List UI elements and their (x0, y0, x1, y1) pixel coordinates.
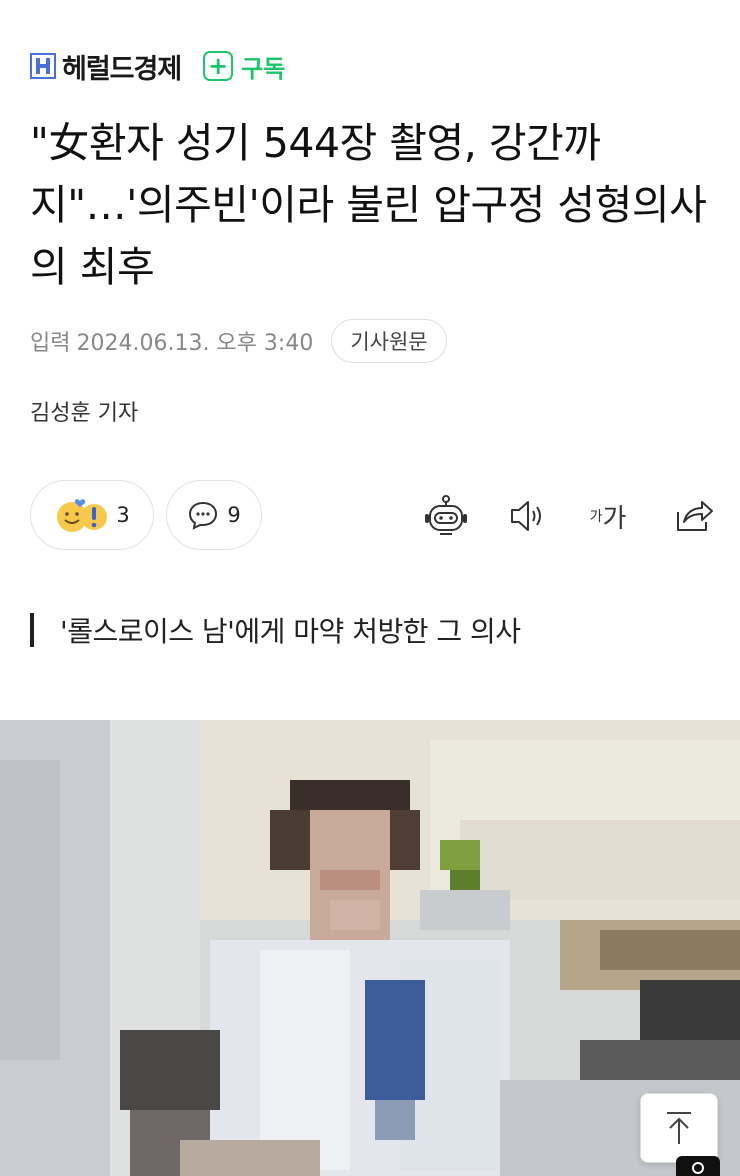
font-size-large: 가 (602, 503, 627, 534)
speaker-icon (511, 501, 541, 531)
article-title: "女환자 성기 544장 촬영, 강간까지"…'의주빈'이라 불린 압구정 성형… (30, 119, 707, 291)
listen-button[interactable] (506, 494, 550, 538)
subscribe-button[interactable]: + 구독 (203, 49, 285, 84)
plus-icon: + (203, 51, 234, 81)
emoji-reaction-icon (57, 499, 108, 532)
subscribe-label: 구독 (241, 54, 286, 83)
original-article-button[interactable]: 기사원문 (331, 319, 447, 363)
arrow-up-icon (667, 1112, 691, 1144)
article-subheading: '롤스로이스 남'에게 마약 처방한 그 의사 (30, 608, 521, 652)
font-size-small: 가 (589, 509, 603, 525)
publisher-logo[interactable]: 헤럴드경제 (30, 47, 182, 86)
share-button[interactable] (672, 494, 716, 538)
published-label: 입력 (30, 331, 71, 356)
article-header: 헤럴드경제 + 구독 (30, 44, 285, 88)
share-icon (677, 501, 713, 531)
publisher-name: 헤럴드경제 (62, 53, 182, 85)
subheading-text: '롤스로이스 남'에게 마약 처방한 그 의사 (60, 615, 521, 648)
reaction-button[interactable]: 3 (30, 480, 154, 550)
comment-count: 9 (227, 503, 241, 527)
summary-bot-button[interactable] (424, 494, 468, 538)
article-action-bar: 3 9 가가 (30, 480, 720, 552)
reporter-name[interactable]: 김성훈 기자 (30, 395, 138, 427)
mosaic-photo (0, 720, 740, 1176)
article-meta: 입력 2024.06.13. 오후 3:40 기사원문 (30, 318, 447, 364)
comment-button[interactable]: 9 (166, 480, 262, 550)
comment-icon (189, 501, 218, 530)
robot-icon (425, 495, 467, 535)
reaction-count: 3 (116, 503, 130, 527)
published-date: 2024.06.13. 오후 3:40 (76, 331, 314, 356)
publisher-logo-icon (30, 53, 56, 79)
search-icon (692, 1162, 704, 1174)
article-photo (0, 720, 740, 1176)
floating-menu-icon[interactable] (676, 1156, 720, 1176)
scroll-top-button[interactable] (640, 1093, 718, 1163)
subheading-bar (30, 613, 34, 647)
font-size-button[interactable]: 가가 (586, 494, 630, 538)
